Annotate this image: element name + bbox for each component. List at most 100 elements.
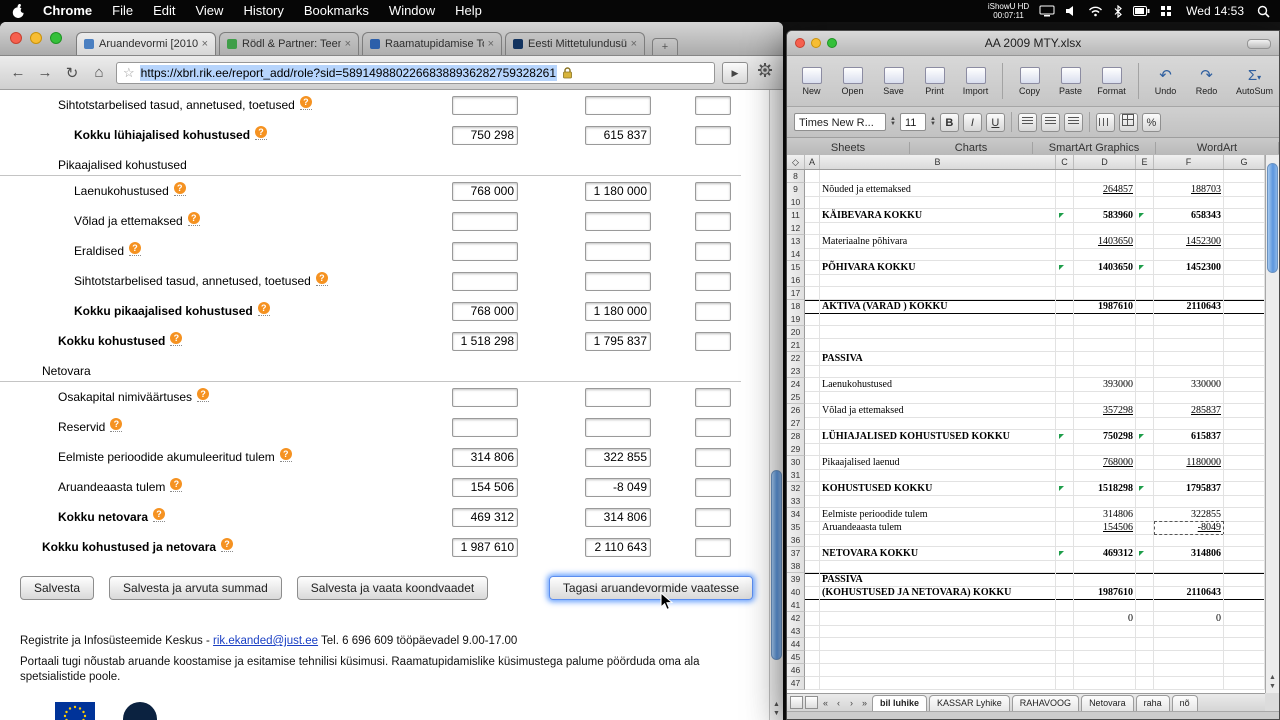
cell-e[interactable] xyxy=(1136,677,1154,690)
cell-d[interactable]: 0 xyxy=(1074,612,1136,626)
row-header[interactable]: 8 xyxy=(787,170,805,183)
cell-c[interactable] xyxy=(1056,196,1074,209)
recorder-status[interactable]: iShowU HD 00:07:11 xyxy=(988,2,1029,20)
help-icon[interactable]: ? xyxy=(110,416,123,432)
cell-d[interactable]: 1403650 xyxy=(1074,235,1136,249)
help-icon[interactable]: ? xyxy=(255,124,268,140)
cell-d[interactable] xyxy=(1074,664,1136,677)
cell-d[interactable]: 393000 xyxy=(1074,378,1136,392)
sheet-tab[interactable]: nõ xyxy=(1171,695,1198,711)
cell-g[interactable] xyxy=(1224,404,1265,418)
cell-d[interactable]: 357298 xyxy=(1074,404,1136,418)
toolbar-format-button[interactable]: Format xyxy=(1095,66,1128,96)
cell-b[interactable] xyxy=(820,365,1056,378)
cell-f[interactable] xyxy=(1154,638,1224,651)
cell-f[interactable] xyxy=(1154,443,1224,456)
next-sheet-icon[interactable]: › xyxy=(846,695,857,711)
cell-f[interactable] xyxy=(1154,534,1224,547)
form-input-current-year[interactable] xyxy=(452,241,518,261)
cell-b[interactable] xyxy=(820,170,1056,183)
form-input-previous-year[interactable] xyxy=(585,95,651,115)
cell-g[interactable] xyxy=(1224,638,1265,651)
column-header-D[interactable]: D xyxy=(1074,155,1136,169)
cell-a[interactable] xyxy=(805,352,820,366)
cell-a[interactable] xyxy=(805,287,820,300)
cell-b[interactable]: KÄIBEVARA KOKKU xyxy=(820,209,1056,223)
cell-b[interactable] xyxy=(820,638,1056,651)
cell-d[interactable]: 583960 xyxy=(1074,209,1136,223)
cell-f[interactable] xyxy=(1154,222,1224,235)
cell-a[interactable] xyxy=(805,482,820,496)
cell-c[interactable] xyxy=(1056,638,1074,651)
row-header[interactable]: 46 xyxy=(787,664,805,677)
cell-f[interactable]: 285837 xyxy=(1154,404,1224,418)
row-header[interactable]: 31 xyxy=(787,469,805,482)
menu-window[interactable]: Window xyxy=(379,0,445,22)
cell-a[interactable] xyxy=(805,235,820,249)
cell-f[interactable] xyxy=(1154,625,1224,638)
row-header[interactable]: 30 xyxy=(787,456,805,470)
cell-f[interactable] xyxy=(1154,170,1224,183)
row-header[interactable]: 41 xyxy=(787,599,805,612)
form-input-previous-year[interactable] xyxy=(585,417,651,437)
cell-g[interactable] xyxy=(1224,599,1265,612)
cell-c[interactable] xyxy=(1056,300,1074,314)
cell-b[interactable] xyxy=(820,625,1056,638)
cell-a[interactable] xyxy=(805,612,820,626)
cell-g[interactable] xyxy=(1224,521,1265,535)
sheet-tab[interactable]: bil luhike xyxy=(872,695,928,711)
cell-e[interactable] xyxy=(1136,248,1154,261)
underline-button[interactable]: U xyxy=(985,112,1005,132)
cell-g[interactable] xyxy=(1224,222,1265,235)
cell-d[interactable] xyxy=(1074,313,1136,326)
form-input-extra[interactable] xyxy=(695,271,731,291)
cell-g[interactable] xyxy=(1224,469,1265,482)
excel-scrollbar-thumb[interactable] xyxy=(1267,163,1278,273)
cell-c[interactable] xyxy=(1056,391,1074,404)
column-header-C[interactable]: C xyxy=(1056,155,1074,169)
help-icon[interactable]: ? xyxy=(197,386,210,402)
cell-d[interactable] xyxy=(1074,365,1136,378)
browser-tab[interactable]: Raamatupidamise Toi × xyxy=(362,32,502,55)
font-name-select[interactable]: Times New R... xyxy=(794,113,886,131)
cell-c[interactable] xyxy=(1056,222,1074,235)
cell-b[interactable] xyxy=(820,651,1056,664)
cell-d[interactable] xyxy=(1074,495,1136,508)
cell-g[interactable] xyxy=(1224,612,1265,626)
cell-e[interactable] xyxy=(1136,599,1154,612)
scroll-down-icon[interactable]: ▼ xyxy=(773,710,780,717)
cell-g[interactable] xyxy=(1224,651,1265,664)
cell-b[interactable]: (KOHUSTUSED JA NETOVARA) KOKKU xyxy=(820,586,1056,600)
cell-e[interactable] xyxy=(1136,326,1154,339)
menu-help[interactable]: Help xyxy=(445,0,492,22)
cell-d[interactable] xyxy=(1074,196,1136,209)
cell-c[interactable] xyxy=(1056,586,1074,600)
cell-c[interactable] xyxy=(1056,209,1074,223)
cell-d[interactable]: 154506 xyxy=(1074,521,1136,535)
row-header[interactable]: 33 xyxy=(787,495,805,508)
form-input-extra[interactable] xyxy=(695,331,731,351)
cell-a[interactable] xyxy=(805,326,820,339)
cell-e[interactable] xyxy=(1136,235,1154,249)
row-header[interactable]: 28 xyxy=(787,430,805,444)
cell-g[interactable] xyxy=(1224,300,1265,314)
cell-e[interactable] xyxy=(1136,534,1154,547)
column-header-E[interactable]: E xyxy=(1136,155,1154,169)
row-header[interactable]: 22 xyxy=(787,352,805,366)
cell-b[interactable] xyxy=(820,339,1056,352)
cell-b[interactable]: KOHUSTUSED KOKKU xyxy=(820,482,1056,496)
cell-f[interactable] xyxy=(1154,469,1224,482)
cell-b[interactable]: Võlad ja ettemaksed xyxy=(820,404,1056,418)
cell-a[interactable] xyxy=(805,196,820,209)
bold-button[interactable]: B xyxy=(939,112,959,132)
cell-e[interactable] xyxy=(1136,196,1154,209)
borders-button[interactable] xyxy=(1118,112,1138,132)
cell-b[interactable] xyxy=(820,560,1056,573)
row-header[interactable]: 11 xyxy=(787,209,805,223)
toolbar-toggle-button[interactable] xyxy=(1247,39,1271,49)
ribbon-tab-smartart-graphics[interactable]: SmartArt Graphics xyxy=(1033,142,1156,154)
grid-icon[interactable] xyxy=(1160,5,1173,17)
cell-g[interactable] xyxy=(1224,417,1265,430)
cell-f[interactable]: 615837 xyxy=(1154,430,1224,444)
cell-e[interactable] xyxy=(1136,417,1154,430)
